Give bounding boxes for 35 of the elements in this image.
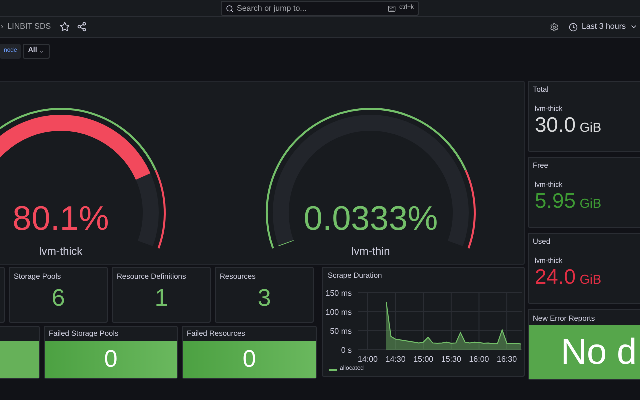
stat-value: 0	[104, 344, 118, 374]
breadcrumb-separator: ›	[1, 21, 4, 33]
x-axis-label: 14:00	[358, 355, 378, 364]
y-axis-label: 150 ms	[326, 289, 352, 298]
x-axis-label: 15:30	[441, 355, 462, 364]
stat-value: 6	[50, 284, 66, 314]
y-axis-label: 0 s	[341, 346, 352, 355]
stat-value: 0	[242, 344, 256, 374]
y-axis-label: 100 ms	[326, 308, 352, 317]
x-axis-label: 16:30	[497, 355, 518, 364]
keyboard-icon	[388, 4, 396, 12]
gauge-label: lvm-thick	[38, 245, 84, 259]
clock-icon	[568, 22, 578, 32]
stat-value: 1	[154, 284, 170, 314]
x-axis-label: 15:00	[414, 355, 434, 364]
y-axis-label: 50 ms	[330, 327, 352, 336]
x-axis-label: 16:00	[469, 355, 490, 364]
share-icon[interactable]	[77, 22, 88, 32]
search-icon	[226, 4, 234, 12]
x-axis-label: 14:30	[386, 355, 406, 364]
gauge-value: 0.0333%	[302, 199, 440, 239]
time-picker[interactable]: Last 3 hours	[568, 21, 638, 33]
stat-value: 24.0 GiB	[534, 266, 603, 290]
stat-value: No d	[560, 330, 638, 374]
gauge-label: lvm-thin	[350, 245, 392, 259]
caret-icon	[39, 48, 46, 54]
stat-value: 5.95 GiB	[534, 190, 603, 214]
caret-icon	[630, 23, 638, 31]
stat-value: 3	[256, 284, 272, 314]
settings-icon[interactable]	[550, 22, 559, 32]
star-icon[interactable]	[60, 22, 70, 32]
search-input[interactable]: Search or jump to...	[237, 2, 386, 14]
gauge-value: 80.1%	[12, 199, 110, 239]
stat-value: 30.0 GiB	[534, 114, 603, 138]
dashboard-title[interactable]: LINBIT SDS	[8, 21, 52, 33]
